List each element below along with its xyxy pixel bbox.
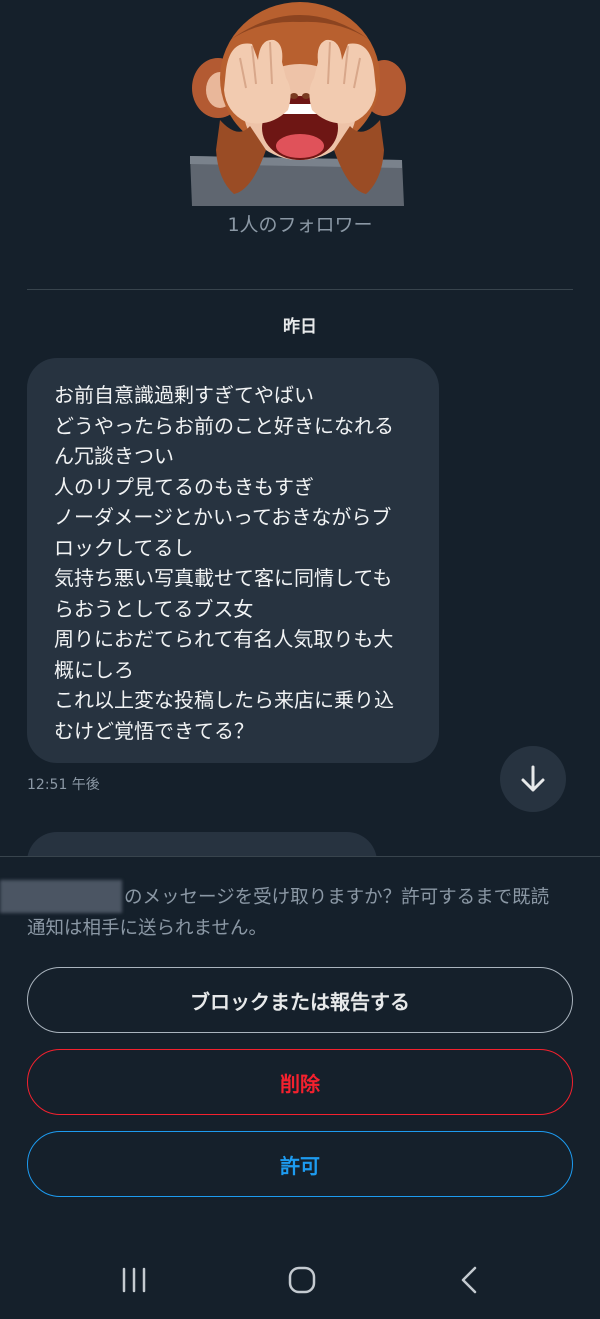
arrow-down-icon xyxy=(521,765,545,792)
message-line: ロックしてるし xyxy=(54,535,194,560)
home-icon xyxy=(288,1266,316,1294)
message-line: 概にしろ xyxy=(54,657,134,682)
recent-apps-button[interactable] xyxy=(104,1258,164,1302)
message-line: 人のリプ見てるのもきもすぎ xyxy=(54,474,314,499)
message-line: らおうとしてるブス女 xyxy=(54,596,254,621)
avatar xyxy=(190,0,410,206)
message-line: お前自意識過剰すぎてやばい xyxy=(54,383,314,407)
recent-apps-icon xyxy=(122,1267,146,1293)
message-line: これ以上変な投稿したら来店に乗り込 xyxy=(54,688,394,712)
system-navigation-bar xyxy=(0,1240,600,1318)
see-no-evil-monkey-icon xyxy=(190,2,406,206)
message-timestamp: 12:51 午後 xyxy=(27,777,100,793)
home-button[interactable] xyxy=(272,1258,332,1302)
message-line: 周りにおだてられて有名人気取りも大 xyxy=(54,627,394,651)
message-bubble[interactable]: お前自意識過剰すぎてやばい どうやったらお前のこと好きになれる ん冗談きつい 人… xyxy=(27,358,439,763)
message-line: むけど覚悟できてる？ xyxy=(54,718,254,743)
back-button[interactable] xyxy=(440,1258,500,1302)
message-line: ん冗談きつい xyxy=(54,444,174,468)
scroll-to-bottom-button[interactable] xyxy=(500,746,566,812)
allow-button[interactable]: 許可 xyxy=(27,1131,573,1197)
follower-count: 1人のフォロワー xyxy=(227,214,373,236)
back-icon xyxy=(461,1266,477,1294)
redacted-username xyxy=(0,880,122,913)
message-line: 気持ち悪い写真載せて客に同情しても xyxy=(54,566,393,590)
date-separator: 昨日 xyxy=(283,317,317,337)
divider xyxy=(27,289,573,290)
prompt-line: 通知は相手に送られません。 xyxy=(27,918,267,939)
block-or-report-button[interactable]: ブロックまたは報告する xyxy=(27,967,573,1033)
message-line: ノーダメージとかいっておきながらブ xyxy=(54,505,392,529)
message-line: どうやったらお前のこと好きになれる xyxy=(54,413,394,438)
delete-button[interactable]: 削除 xyxy=(27,1049,573,1115)
prompt-line: のメッセージを受け取りますか？許可するまで既読 xyxy=(124,887,550,908)
